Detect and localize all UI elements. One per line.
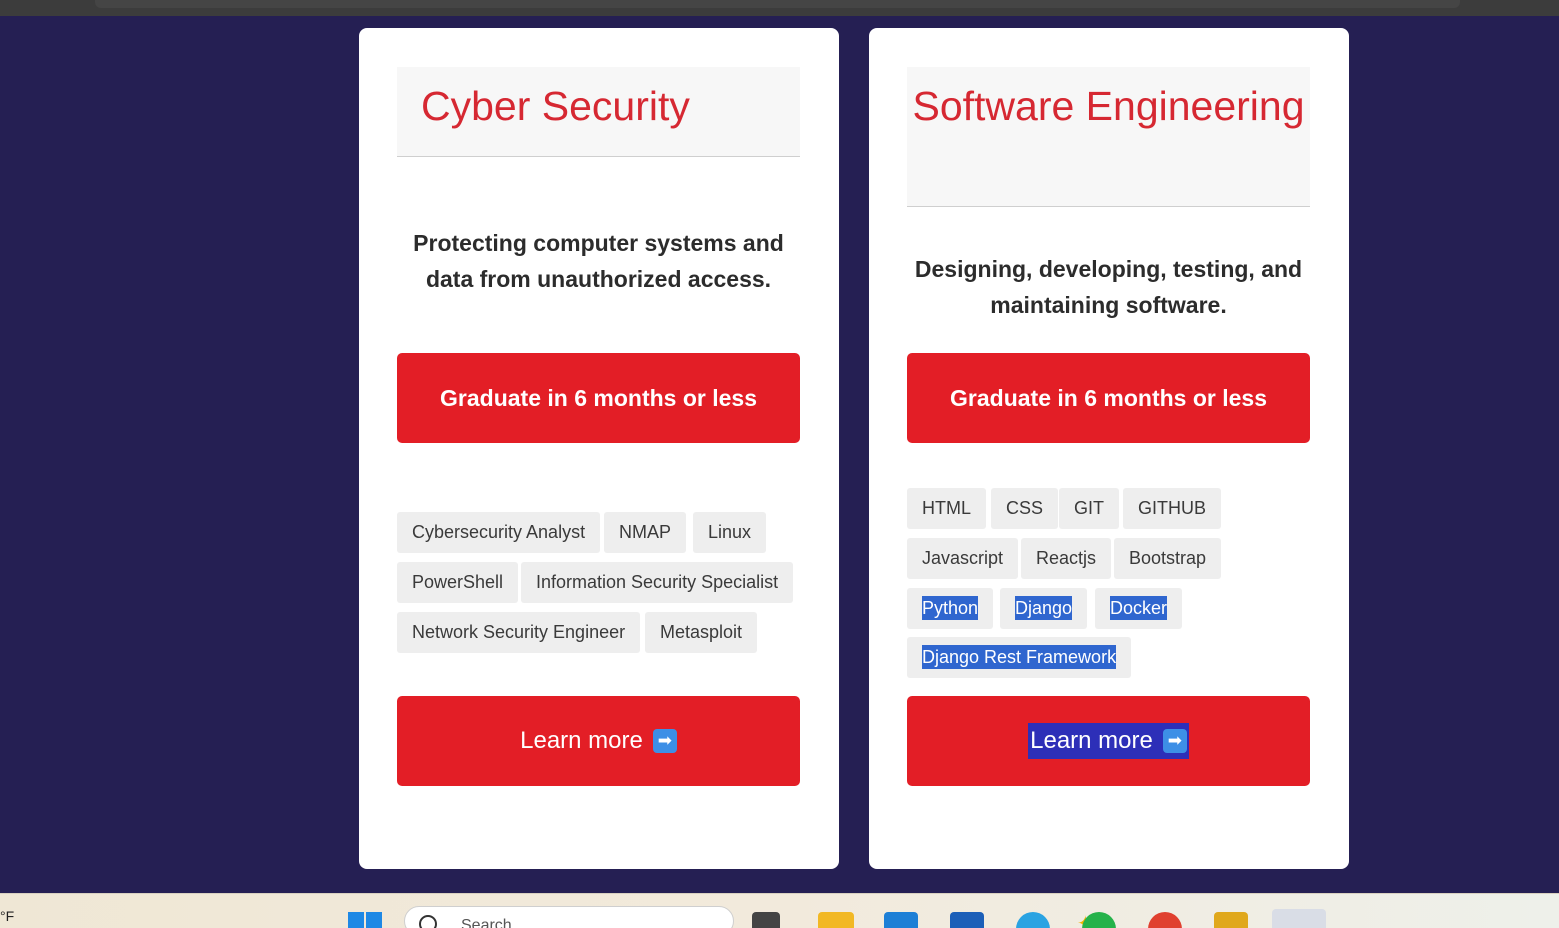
tag-python: Python <box>907 588 994 629</box>
cyber-security-title: Cyber Security <box>397 67 800 157</box>
software-engineering-title: Software Engineering <box>907 67 1310 207</box>
tag-python-text: Python <box>922 596 979 620</box>
search-icon <box>419 915 437 928</box>
vscode-icon[interactable] <box>884 912 918 928</box>
software-learn-more-button[interactable]: Learn more ➡ <box>907 696 1310 786</box>
tag-metasploit: Metasploit <box>645 612 758 653</box>
cyber-security-description: Protecting computer systems and data fro… <box>413 230 784 292</box>
tag-bootstrap: Bootstrap <box>1114 538 1222 579</box>
search-placeholder: Search <box>461 917 512 928</box>
software-engineering-description: Designing, developing, testing, and main… <box>914 256 1303 318</box>
microsoft-store-icon[interactable] <box>950 912 984 928</box>
tag-django: Django <box>1000 588 1088 629</box>
cyber-graduate-button[interactable]: Graduate in 6 months or less <box>397 353 800 443</box>
tag-docker: Docker <box>1095 588 1183 629</box>
learn-more-label: Learn more ➡ <box>520 724 677 758</box>
cyber-security-card: Cyber Security Protecting computer syste… <box>359 28 839 869</box>
temperature-unit: °F <box>0 908 15 924</box>
software-engineering-card: Software Engineering Designing, developi… <box>869 28 1349 869</box>
tag-cybersecurity-analyst: Cybersecurity Analyst <box>397 512 601 553</box>
cyber-learn-more-button[interactable]: Learn more ➡ <box>397 696 800 786</box>
tag-powershell: PowerShell <box>397 562 519 603</box>
tag-docker-text: Docker <box>1110 596 1168 620</box>
tag-nmap: NMAP <box>604 512 687 553</box>
tag-network-security-engineer: Network Security Engineer <box>397 612 641 653</box>
windows-taskbar: °F Search ✦ <box>0 893 1559 928</box>
windows-start-icon[interactable] <box>348 912 382 928</box>
tag-html: HTML <box>907 488 986 529</box>
tag-reactjs: Reactjs <box>1021 538 1112 579</box>
tag-git: GIT <box>1059 488 1119 529</box>
right-arrow-icon: ➡ <box>1162 729 1187 753</box>
file-explorer-icon[interactable] <box>818 912 854 928</box>
taskbar-search-input[interactable]: Search ✦ <box>404 906 1094 928</box>
tag-django-rest-framework: Django Rest Framework <box>907 637 1132 678</box>
task-view-icon[interactable] <box>752 912 780 928</box>
chrome-icon[interactable] <box>1148 912 1182 928</box>
browser-top-bar-inner <box>95 0 1460 8</box>
software-graduate-button[interactable]: Graduate in 6 months or less <box>907 353 1310 443</box>
telegram-icon[interactable] <box>1016 912 1050 928</box>
tag-django-text: Django <box>1015 596 1073 620</box>
browser-top-bar <box>0 0 1559 16</box>
tag-github: GITHUB <box>1123 488 1222 529</box>
chrome-profile-icon[interactable] <box>1272 909 1326 928</box>
sublime-icon[interactable] <box>1214 912 1248 928</box>
tag-linux: Linux <box>693 512 767 553</box>
tag-javascript: Javascript <box>907 538 1019 579</box>
right-arrow-icon: ➡ <box>652 729 677 753</box>
learn-more-text: Learn more <box>520 727 643 754</box>
tag-information-security-specialist: Information Security Specialist <box>521 562 794 603</box>
tag-django-rest-framework-text: Django Rest Framework <box>922 645 1117 669</box>
tag-css: CSS <box>991 488 1059 529</box>
learn-more-text: Learn more <box>1030 727 1153 754</box>
learn-more-label-selected: Learn more ➡ <box>1028 723 1189 759</box>
